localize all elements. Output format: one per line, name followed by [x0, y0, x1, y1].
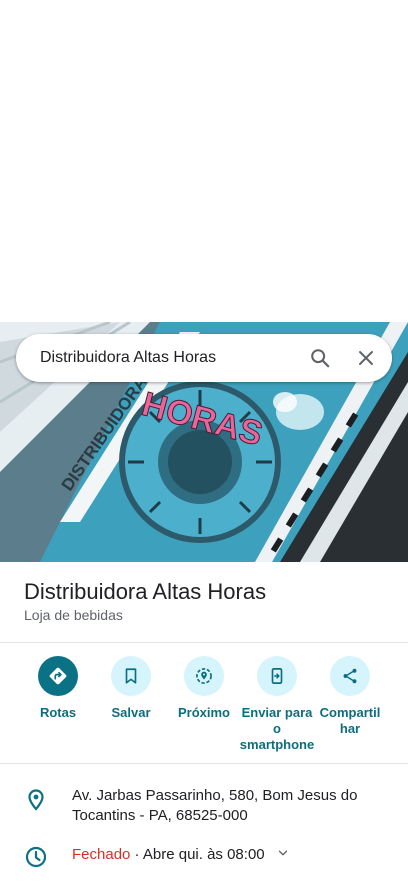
location-pin-icon [24, 788, 48, 812]
directions-label: Rotas [39, 705, 77, 720]
save-label: Salvar [111, 705, 151, 720]
share-icon [330, 656, 370, 696]
place-category[interactable]: Loja de bebidas [24, 607, 123, 623]
nearby-button[interactable]: Próximo [166, 656, 242, 721]
hours-detail: · Abre qui. às 08:00 [130, 846, 265, 863]
divider [0, 763, 408, 764]
nearby-label: Próximo [177, 705, 230, 720]
bookmark-icon [111, 656, 151, 696]
save-button[interactable]: Salvar [93, 656, 169, 721]
hours-text: Fechado · Abre qui. às 08:00 [72, 845, 392, 865]
search-icon[interactable] [300, 338, 340, 378]
divider [0, 642, 408, 643]
chevron-down-icon[interactable] [277, 845, 289, 865]
share-label: Compartilhar [319, 705, 381, 736]
close-icon[interactable] [346, 338, 386, 378]
clock-icon [24, 845, 48, 869]
hours-status: Fechado [72, 846, 131, 863]
send-to-phone-button[interactable]: Enviar para o smartphone [239, 656, 315, 753]
send-to-phone-label: Enviar para o smartphone [239, 705, 315, 752]
directions-icon [38, 656, 78, 696]
directions-button[interactable]: Rotas [20, 656, 96, 721]
send-to-phone-icon [257, 656, 297, 696]
search-input[interactable]: Distribuidora Altas Horas [40, 349, 300, 367]
action-bar: Rotas Salvar Próximo Enviar para o smart… [0, 656, 408, 756]
place-title: Distribuidora Altas Horas [24, 579, 267, 604]
search-bar[interactable]: Distribuidora Altas Horas [16, 334, 392, 382]
nearby-icon [184, 656, 224, 696]
share-button[interactable]: Compartilhar [312, 656, 388, 737]
address-text: Av. Jarbas Passarinho, 580, Bom Jesus do… [72, 787, 358, 824]
blank-area [0, 0, 408, 322]
